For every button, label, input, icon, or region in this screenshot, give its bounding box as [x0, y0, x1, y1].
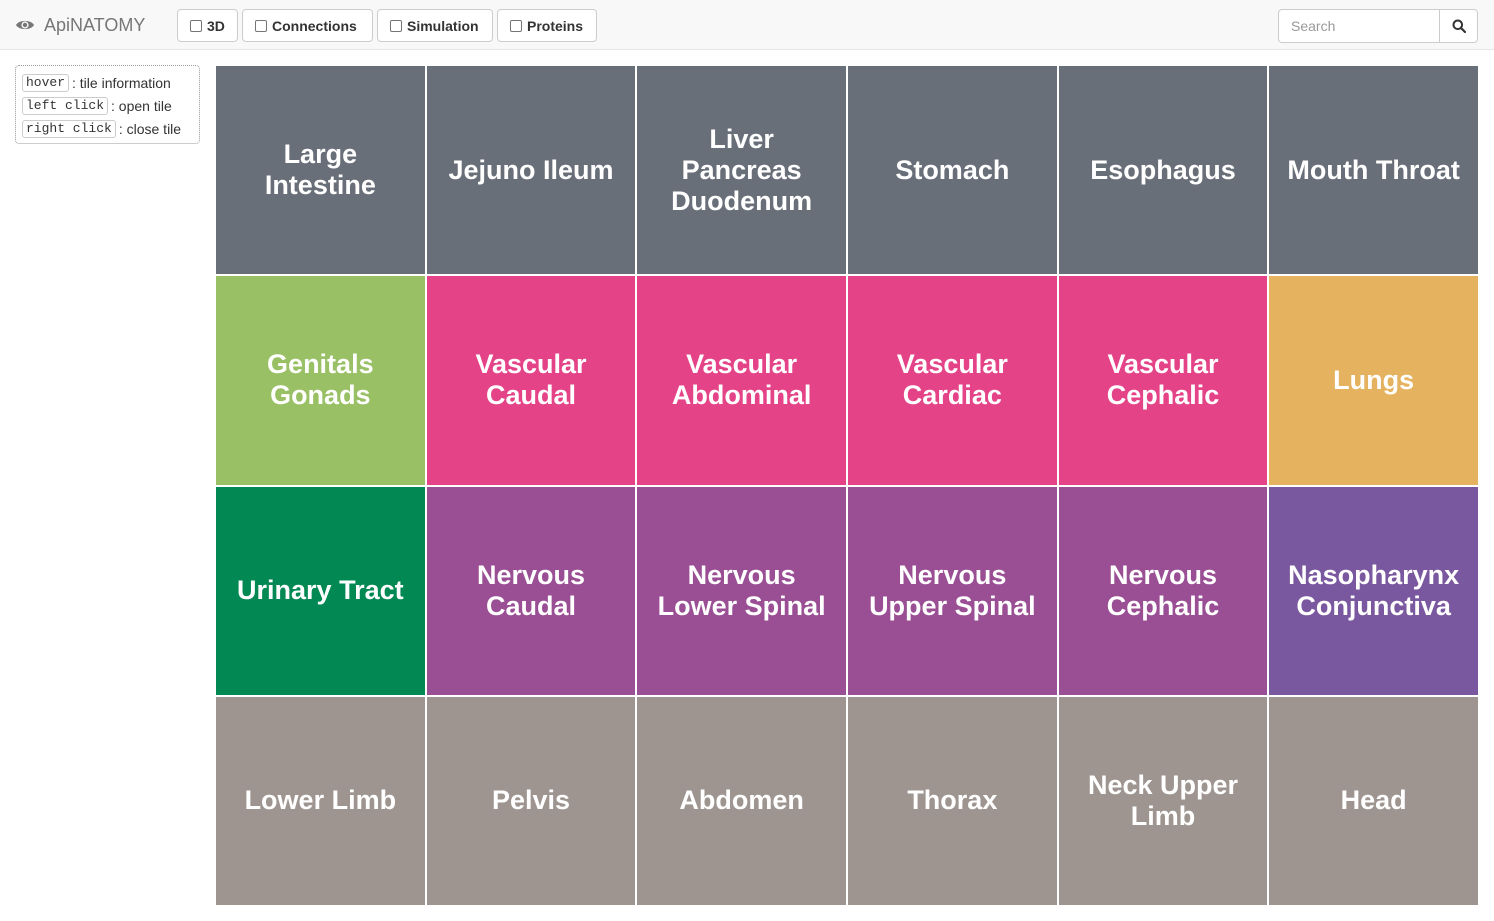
tile-label: Nervous Cephalic — [1106, 559, 1220, 621]
navbar: ApiNATOMY 3D Connections Simulation Prot… — [0, 0, 1494, 50]
tile-label: Thorax — [907, 785, 998, 816]
legend-row: right click : close tile — [22, 117, 193, 140]
legend-key: right click — [22, 119, 116, 138]
tile-esophagus[interactable]: Esophagus — [1058, 66, 1268, 275]
checkbox[interactable] — [510, 19, 522, 32]
tile-label: Genitals Gonads — [267, 349, 374, 411]
tile-label: Jejuno Ileum — [448, 154, 614, 185]
checkbox[interactable] — [390, 19, 402, 32]
tile-abdomen[interactable]: Abdomen — [637, 696, 846, 905]
legend-row: left click : open tile — [22, 94, 193, 117]
tile-liver-pancreas-duodenum[interactable]: Liver Pancreas Duodenum — [637, 66, 846, 275]
tile-neck-upper-limb[interactable]: Neck Upper Limb — [1058, 696, 1268, 905]
tile-grid: Large Intestine Jejuno Ileum Liver Pancrea… — [216, 66, 1478, 905]
tile-label: Esophagus — [1090, 154, 1236, 185]
tile-label: Vascular Cardiac — [896, 349, 1008, 411]
tile-genitals-gonads[interactable]: Genitals Gonads — [216, 276, 425, 485]
tile-head[interactable]: Head — [1269, 696, 1478, 905]
tile-label: Vascular Abdominal — [671, 349, 812, 411]
tile-label: Lower Limb — [244, 785, 397, 816]
eye-icon — [16, 20, 34, 30]
toggle-proteins[interactable]: Proteins — [497, 9, 597, 42]
tile-label: Abdomen — [679, 785, 804, 816]
checkbox[interactable] — [255, 19, 267, 32]
tile-large-intestine[interactable]: Large Intestine — [216, 66, 425, 275]
search-input[interactable] — [1278, 9, 1439, 43]
tile-nervous-upper-spinal[interactable]: Nervous Upper Spinal — [848, 486, 1057, 695]
tile-label: Urinary Tract — [237, 575, 404, 606]
brand[interactable]: ApiNATOMY — [15, 0, 145, 50]
toggle-label: Simulation — [407, 17, 479, 34]
tile-nervous-lower-spinal[interactable]: Nervous Lower Spinal — [637, 486, 846, 695]
tile-urinary-tract[interactable]: Urinary Tract — [216, 486, 425, 695]
toggle-label: Proteins — [527, 17, 584, 34]
tile-label: Head — [1340, 785, 1407, 816]
tile-label: Pelvis — [491, 785, 571, 816]
tile-jejuno-ileum[interactable]: Jejuno Ileum — [426, 66, 636, 275]
tile-label: Large Intestine — [264, 139, 376, 201]
brand-label: ApiNATOMY — [44, 14, 146, 35]
legend-desc: : open tile — [111, 97, 172, 114]
legend-key: left click — [22, 96, 109, 115]
legend-desc: : close tile — [118, 120, 182, 137]
tile-label: Nasopharynx Conjunctiva — [1288, 559, 1460, 621]
tile-nervous-cephalic[interactable]: Nervous Cephalic — [1058, 486, 1268, 695]
help-legend: hover : tile information left click : op… — [15, 65, 200, 144]
tile-label: Mouth Throat — [1287, 154, 1460, 185]
legend-key: hover — [22, 73, 70, 92]
tile-stomach[interactable]: Stomach — [848, 66, 1057, 275]
toggle-connections[interactable]: Connections — [242, 9, 373, 42]
tile-label: Liver Pancreas Duodenum — [671, 123, 813, 216]
toggle-label: Connections — [272, 17, 357, 34]
tile-thorax[interactable]: Thorax — [848, 696, 1057, 905]
tile-label: Neck Upper Limb — [1087, 769, 1239, 831]
legend-row: hover : tile information — [22, 71, 193, 94]
legend-desc: : tile information — [72, 74, 171, 91]
toggle-3d[interactable]: 3D — [177, 9, 238, 42]
tile-label: Nervous Caudal — [476, 559, 586, 621]
tile-nasopharynx-conjunctiva[interactable]: Nasopharynx Conjunctiva — [1269, 486, 1478, 695]
tile-vascular-abdominal[interactable]: Vascular Abdominal — [637, 276, 846, 485]
tile-pelvis[interactable]: Pelvis — [426, 696, 636, 905]
tile-nervous-caudal[interactable]: Nervous Caudal — [426, 486, 636, 695]
tile-vascular-cephalic[interactable]: Vascular Cephalic — [1058, 276, 1268, 485]
checkbox[interactable] — [190, 19, 202, 32]
tile-label: Vascular Caudal — [475, 349, 587, 411]
search-button[interactable] — [1439, 9, 1478, 43]
tile-mouth-throat[interactable]: Mouth Throat — [1269, 66, 1478, 275]
tile-lower-limb[interactable]: Lower Limb — [216, 696, 425, 905]
tile-label: Stomach — [895, 154, 1010, 185]
tile-label: Nervous Lower Spinal — [657, 559, 826, 621]
tile-lungs[interactable]: Lungs — [1269, 276, 1478, 485]
tile-label: Lungs — [1333, 364, 1415, 395]
tile-vascular-cardiac[interactable]: Vascular Cardiac — [848, 276, 1057, 485]
toggle-label: 3D — [207, 17, 225, 34]
search-form — [1278, 9, 1478, 43]
search-icon — [1452, 19, 1466, 33]
tile-label: Nervous Upper Spinal — [869, 559, 1036, 621]
toggle-simulation[interactable]: Simulation — [377, 9, 493, 42]
tile-label: Vascular Cephalic — [1106, 349, 1220, 411]
tile-vascular-caudal[interactable]: Vascular Caudal — [426, 276, 636, 485]
